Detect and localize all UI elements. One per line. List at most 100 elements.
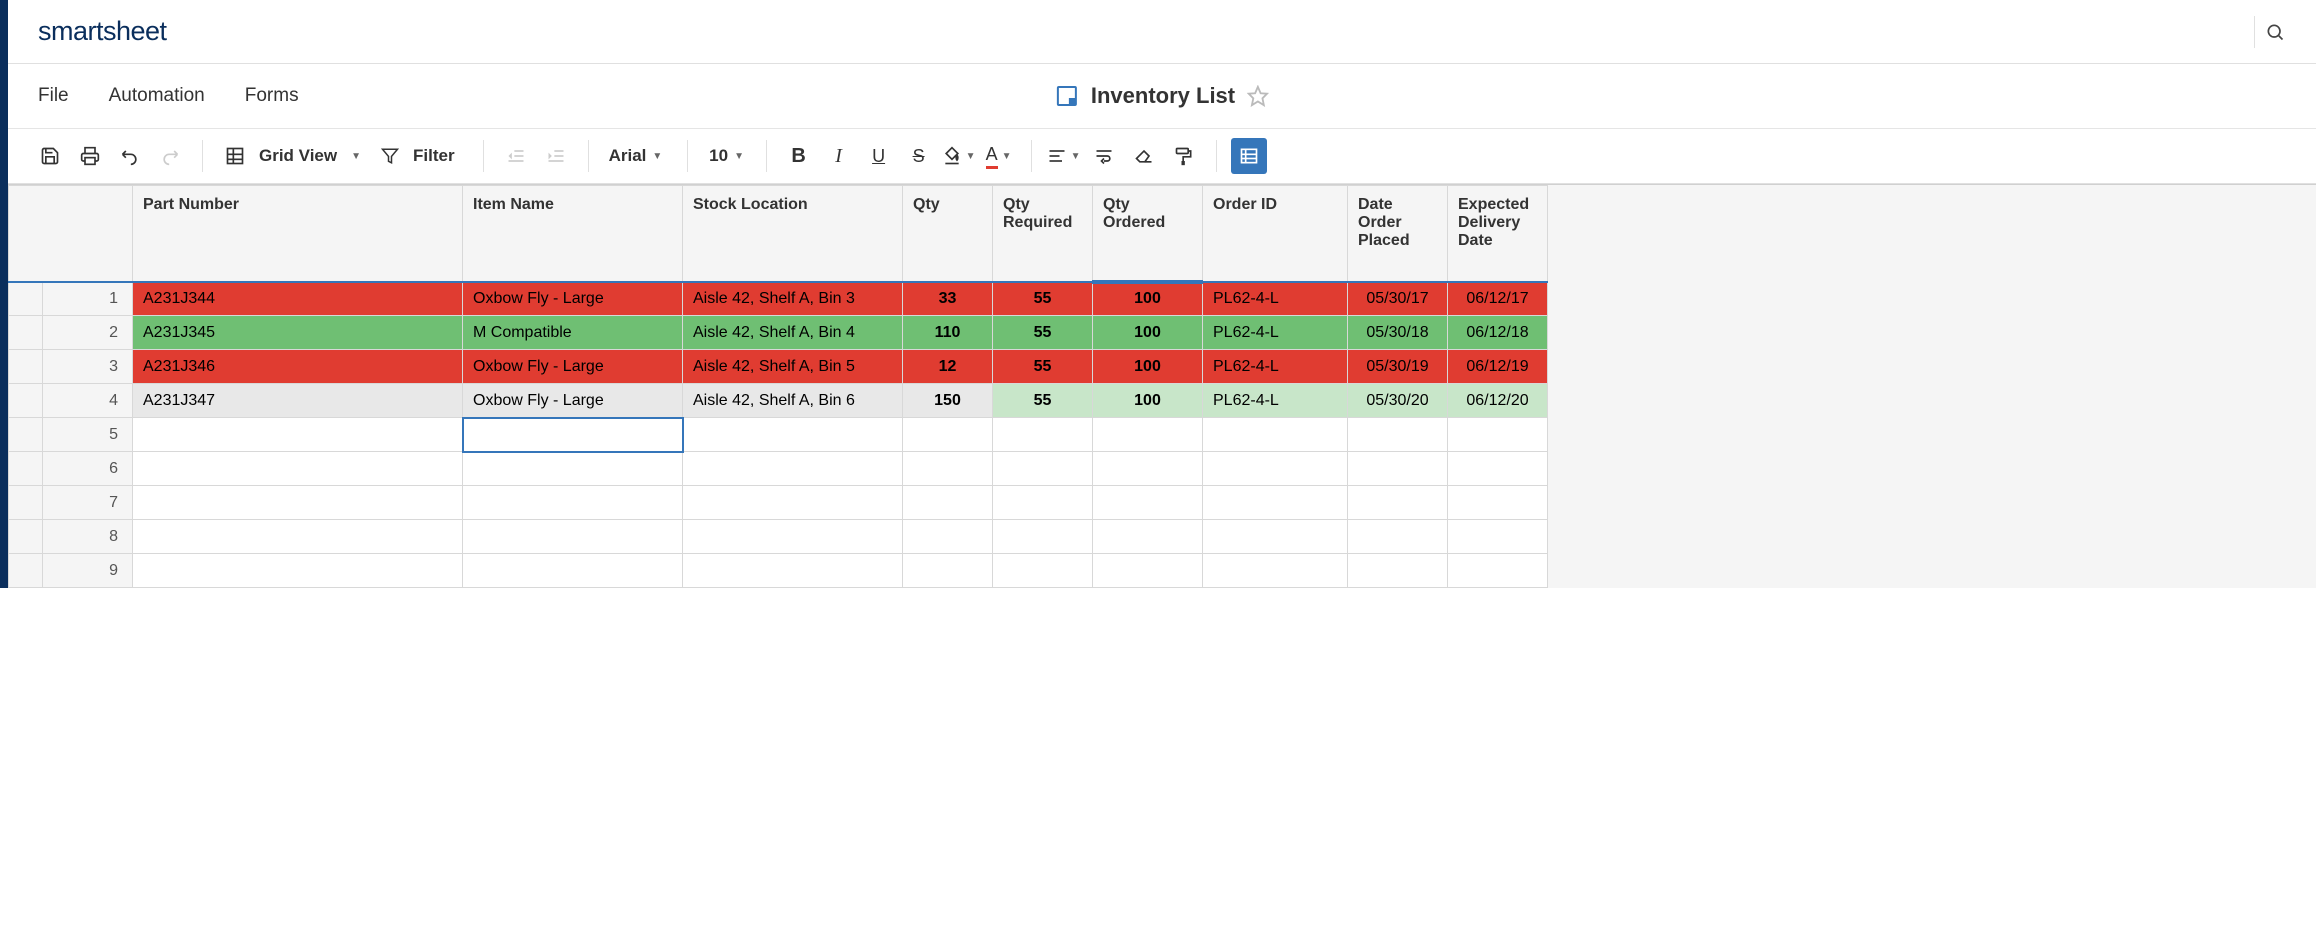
cell[interactable] bbox=[993, 520, 1093, 554]
column-header[interactable]: Part Number bbox=[133, 186, 463, 282]
cell[interactable] bbox=[1448, 486, 1548, 520]
cell[interactable] bbox=[993, 486, 1093, 520]
cell[interactable] bbox=[133, 554, 463, 588]
column-header[interactable]: Qty Ordered bbox=[1093, 186, 1203, 282]
cell[interactable]: 100 bbox=[1093, 316, 1203, 350]
cell[interactable] bbox=[1093, 418, 1203, 452]
cell[interactable]: Aisle 42, Shelf A, Bin 5 bbox=[683, 350, 903, 384]
cell[interactable]: PL62-4-L bbox=[1203, 282, 1348, 316]
row-number[interactable]: 9 bbox=[43, 554, 133, 588]
table-row[interactable]: 8 bbox=[9, 520, 1548, 554]
table-row[interactable]: 7 bbox=[9, 486, 1548, 520]
row-handle[interactable] bbox=[9, 316, 43, 350]
cell[interactable]: 110 bbox=[903, 316, 993, 350]
cell[interactable] bbox=[993, 418, 1093, 452]
column-header[interactable]: Stock Location bbox=[683, 186, 903, 282]
cell[interactable] bbox=[1203, 554, 1348, 588]
filter-button[interactable]: Filter bbox=[373, 138, 469, 174]
cell[interactable]: 55 bbox=[993, 282, 1093, 316]
undo-button[interactable] bbox=[112, 138, 148, 174]
save-button[interactable] bbox=[32, 138, 68, 174]
cell[interactable]: Oxbow Fly - Large bbox=[463, 384, 683, 418]
cell[interactable] bbox=[903, 418, 993, 452]
cell[interactable] bbox=[993, 452, 1093, 486]
underline-button[interactable]: U bbox=[861, 138, 897, 174]
cell[interactable] bbox=[903, 486, 993, 520]
cell[interactable]: 05/30/18 bbox=[1348, 316, 1448, 350]
cell[interactable] bbox=[903, 452, 993, 486]
bold-button[interactable]: B bbox=[781, 138, 817, 174]
cell[interactable] bbox=[133, 520, 463, 554]
cell[interactable] bbox=[1203, 520, 1348, 554]
cell[interactable] bbox=[1203, 418, 1348, 452]
fill-color-button[interactable]: ▼ bbox=[941, 138, 977, 174]
cell[interactable] bbox=[903, 520, 993, 554]
column-header[interactable]: Item Name bbox=[463, 186, 683, 282]
cell[interactable] bbox=[1348, 486, 1448, 520]
font-size-select[interactable]: 10▼ bbox=[702, 146, 752, 166]
cell[interactable]: 12 bbox=[903, 350, 993, 384]
row-handle[interactable] bbox=[9, 486, 43, 520]
menu-automation[interactable]: Automation bbox=[109, 85, 205, 107]
row-number[interactable]: 4 bbox=[43, 384, 133, 418]
corner-cell[interactable] bbox=[9, 186, 133, 282]
cell[interactable]: 06/12/19 bbox=[1448, 350, 1548, 384]
cell[interactable]: Oxbow Fly - Large bbox=[463, 282, 683, 316]
strikethrough-button[interactable]: S bbox=[901, 138, 937, 174]
cell[interactable] bbox=[1348, 554, 1448, 588]
outdent-button[interactable] bbox=[498, 138, 534, 174]
grid-area[interactable]: Part NumberItem NameStock LocationQty Qty… bbox=[8, 184, 2316, 588]
cell[interactable] bbox=[463, 418, 683, 452]
row-handle[interactable] bbox=[9, 384, 43, 418]
italic-button[interactable]: I bbox=[821, 138, 857, 174]
column-header[interactable]: Date Order Placed bbox=[1348, 186, 1448, 282]
table-row[interactable]: 3A231J346Oxbow Fly - LargeAisle 42, Shel… bbox=[9, 350, 1548, 384]
cell[interactable] bbox=[683, 452, 903, 486]
row-number[interactable]: 7 bbox=[43, 486, 133, 520]
row-number[interactable]: 1 bbox=[43, 282, 133, 316]
sheet-title[interactable]: Inventory List bbox=[1091, 83, 1235, 109]
print-button[interactable] bbox=[72, 138, 108, 174]
row-number[interactable]: 2 bbox=[43, 316, 133, 350]
format-painter-button[interactable] bbox=[1166, 138, 1202, 174]
row-handle[interactable] bbox=[9, 452, 43, 486]
cell[interactable] bbox=[1093, 554, 1203, 588]
cell[interactable]: 06/12/18 bbox=[1448, 316, 1548, 350]
cell[interactable] bbox=[1348, 520, 1448, 554]
wrap-button[interactable] bbox=[1086, 138, 1122, 174]
cell[interactable]: 05/30/17 bbox=[1348, 282, 1448, 316]
cell[interactable] bbox=[133, 418, 463, 452]
cell[interactable] bbox=[463, 486, 683, 520]
column-header[interactable]: Expected Delivery Date bbox=[1448, 186, 1548, 282]
cell[interactable] bbox=[1203, 452, 1348, 486]
cell[interactable]: M Compatible bbox=[463, 316, 683, 350]
cell[interactable] bbox=[1093, 452, 1203, 486]
clear-format-button[interactable] bbox=[1126, 138, 1162, 174]
table-row[interactable]: 2A231J345M CompatibleAisle 42, Shelf A, … bbox=[9, 316, 1548, 350]
cell[interactable] bbox=[903, 554, 993, 588]
redo-button[interactable] bbox=[152, 138, 188, 174]
column-header[interactable]: Qty bbox=[903, 186, 993, 282]
row-handle[interactable] bbox=[9, 520, 43, 554]
search-button[interactable] bbox=[2254, 16, 2286, 48]
cell[interactable] bbox=[683, 418, 903, 452]
cell[interactable]: Oxbow Fly - Large bbox=[463, 350, 683, 384]
row-handle[interactable] bbox=[9, 350, 43, 384]
table-row[interactable]: 6 bbox=[9, 452, 1548, 486]
cell[interactable]: 150 bbox=[903, 384, 993, 418]
cell[interactable] bbox=[1203, 486, 1348, 520]
cell[interactable]: Aisle 42, Shelf A, Bin 4 bbox=[683, 316, 903, 350]
cell[interactable]: 06/12/20 bbox=[1448, 384, 1548, 418]
cell[interactable]: 55 bbox=[993, 350, 1093, 384]
menu-file[interactable]: File bbox=[38, 85, 69, 107]
cell[interactable]: PL62-4-L bbox=[1203, 350, 1348, 384]
cell[interactable] bbox=[1448, 418, 1548, 452]
table-row[interactable]: 4A231J347Oxbow Fly - LargeAisle 42, Shel… bbox=[9, 384, 1548, 418]
cell[interactable]: 05/30/20 bbox=[1348, 384, 1448, 418]
cell[interactable]: A231J344 bbox=[133, 282, 463, 316]
table-row[interactable]: 1A231J344Oxbow Fly - LargeAisle 42, Shel… bbox=[9, 282, 1548, 316]
cell[interactable] bbox=[463, 554, 683, 588]
cell[interactable] bbox=[1448, 554, 1548, 588]
cell[interactable]: A231J347 bbox=[133, 384, 463, 418]
row-handle[interactable] bbox=[9, 418, 43, 452]
